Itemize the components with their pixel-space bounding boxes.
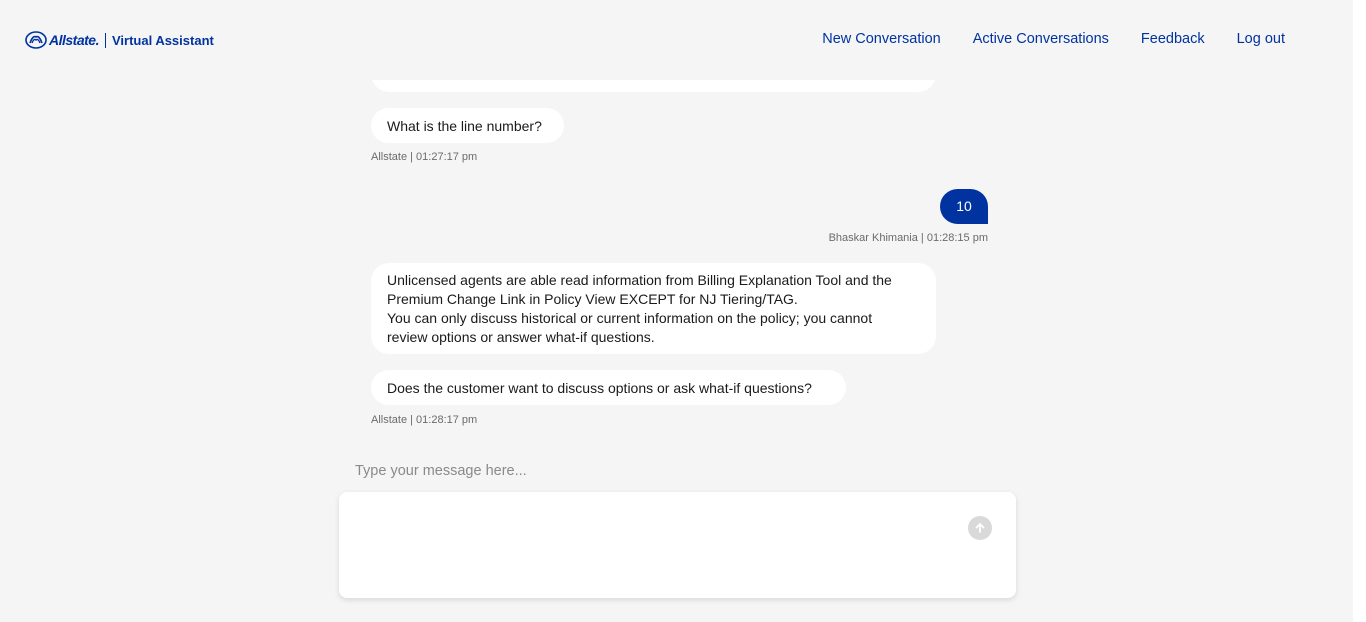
nav-active-conversations[interactable]: Active Conversations bbox=[973, 31, 1109, 47]
nav-feedback[interactable]: Feedback bbox=[1141, 31, 1205, 47]
message-text: 10 bbox=[956, 198, 972, 214]
message-text-line: Unlicensed agents are able read informat… bbox=[387, 272, 892, 288]
message-meta: Allstate | 01:28:17 pm bbox=[371, 414, 478, 426]
brand-name: Allstate. bbox=[49, 32, 99, 48]
header: Allstate. Virtual Assistant New Conversa… bbox=[0, 0, 1353, 80]
bot-message-what-if: Does the customer want to discuss option… bbox=[371, 370, 846, 405]
page-scrollbar[interactable] bbox=[1353, 0, 1366, 622]
send-button[interactable] bbox=[968, 516, 992, 540]
message-input-label: Type your message here... bbox=[355, 463, 527, 479]
brand-logo[interactable]: Allstate. Virtual Assistant bbox=[25, 31, 214, 49]
message-text-line: Premium Change Link in Policy View EXCEP… bbox=[387, 291, 798, 307]
user-message: 10 bbox=[940, 189, 988, 224]
message-meta: Allstate | 01:27:17 pm bbox=[371, 151, 478, 163]
allstate-hands-icon bbox=[25, 31, 47, 49]
logo-divider bbox=[104, 32, 106, 48]
message-text: What is the line number? bbox=[387, 118, 542, 134]
arrow-up-icon bbox=[975, 523, 985, 533]
message-text: Does the customer want to discuss option… bbox=[387, 380, 812, 396]
nav-new-conversation[interactable]: New Conversation bbox=[822, 31, 940, 47]
message-text-line: You can only discuss historical or curre… bbox=[387, 310, 873, 326]
bot-message-line-number: What is the line number? bbox=[371, 108, 564, 143]
product-name: Virtual Assistant bbox=[111, 32, 214, 48]
message-text-line: review options or answer what-if questio… bbox=[387, 329, 655, 345]
message-input[interactable] bbox=[355, 506, 959, 588]
nav-log-out[interactable]: Log out bbox=[1237, 31, 1285, 47]
message-meta: Bhaskar Khimania | 01:28:15 pm bbox=[828, 232, 988, 244]
top-nav: New Conversation Active Conversations Fe… bbox=[822, 31, 1285, 47]
bot-message-unlicensed-agents: Unlicensed agents are able read informat… bbox=[371, 263, 936, 354]
message-composer bbox=[339, 492, 1016, 598]
page: Allstate. Virtual Assistant New Conversa… bbox=[0, 0, 1366, 622]
